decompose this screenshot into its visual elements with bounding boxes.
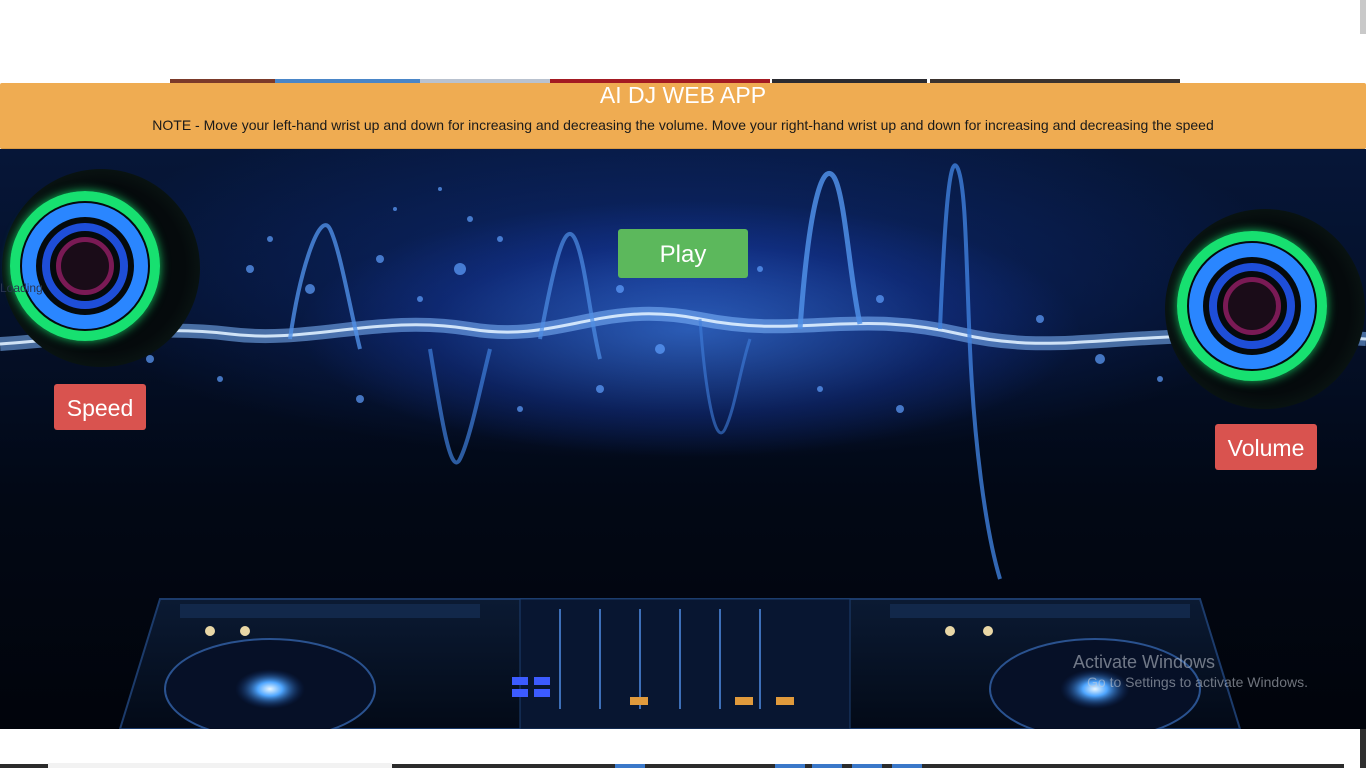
scrollbar-track[interactable] <box>1344 729 1366 768</box>
taskbar-tab[interactable] <box>892 764 922 768</box>
taskbar-tab[interactable] <box>852 764 882 768</box>
taskbar-tab[interactable] <box>775 764 805 768</box>
app-header: AI DJ WEB APP NOTE - Move your left-hand… <box>0 83 1366 149</box>
speaker-center <box>1223 277 1281 335</box>
speaker-center <box>56 237 114 295</box>
watermark-title: Activate Windows <box>1073 652 1216 672</box>
taskbar-tab[interactable] <box>615 764 645 768</box>
speaker-disc-icon <box>2 169 200 367</box>
speed-button[interactable]: Speed <box>54 384 146 430</box>
instructions-note: NOTE - Move your left-hand wrist up and … <box>152 117 1214 133</box>
dj-stage: Loading Play Speed Volume Activate Windo… <box>0 149 1366 729</box>
windows-activation-watermark: Activate Windows Go to Settings to activ… <box>1073 651 1308 691</box>
play-button[interactable]: Play <box>618 229 748 278</box>
taskbar-segment <box>48 763 392 768</box>
page-title: AI DJ WEB APP <box>599 82 767 108</box>
scrollbar-thumb[interactable] <box>1360 729 1366 768</box>
volume-button[interactable]: Volume <box>1215 424 1317 470</box>
scrollbar[interactable] <box>1360 0 1366 34</box>
watermark-subtitle: Go to Settings to activate Windows. <box>1087 674 1308 690</box>
loading-status: Loading <box>0 281 43 295</box>
speaker-disc-icon <box>1165 209 1365 409</box>
bottom-strip <box>0 729 1366 768</box>
taskbar-tab[interactable] <box>812 764 842 768</box>
